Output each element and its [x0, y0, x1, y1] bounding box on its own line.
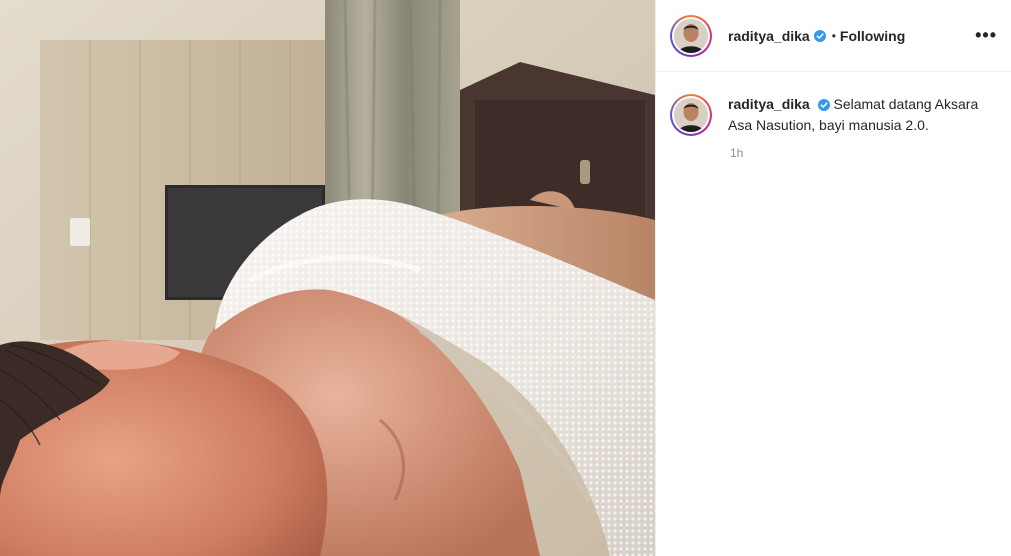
avatar-illustration [674, 18, 708, 53]
caption-verified-badge-icon [817, 99, 830, 112]
avatar[interactable] [674, 18, 708, 53]
caption: raditya_dika Selamat datang Aksara Asa N… [656, 72, 1011, 136]
photo-illustration [0, 0, 655, 556]
post-sidebar: raditya_dika • Following ••• raditya_dik… [655, 0, 1011, 556]
post-photo[interactable] [0, 0, 655, 556]
verified-badge-icon [813, 29, 826, 42]
caption-username[interactable]: raditya_dika [728, 96, 810, 112]
more-options-icon[interactable]: ••• [975, 25, 997, 46]
caption-story-ring[interactable] [670, 94, 712, 136]
header-username[interactable]: raditya_dika [728, 28, 810, 44]
caption-text: raditya_dika Selamat datang Aksara Asa N… [728, 94, 997, 136]
caption-avatar[interactable] [674, 98, 708, 132]
caption-avatar-illustration [674, 98, 708, 132]
following-button[interactable]: Following [840, 28, 905, 44]
post-header: raditya_dika • Following ••• [656, 0, 1011, 72]
header-separator: • [831, 28, 836, 43]
story-ring[interactable] [670, 14, 712, 57]
post-timestamp[interactable]: 1h [730, 146, 1011, 160]
